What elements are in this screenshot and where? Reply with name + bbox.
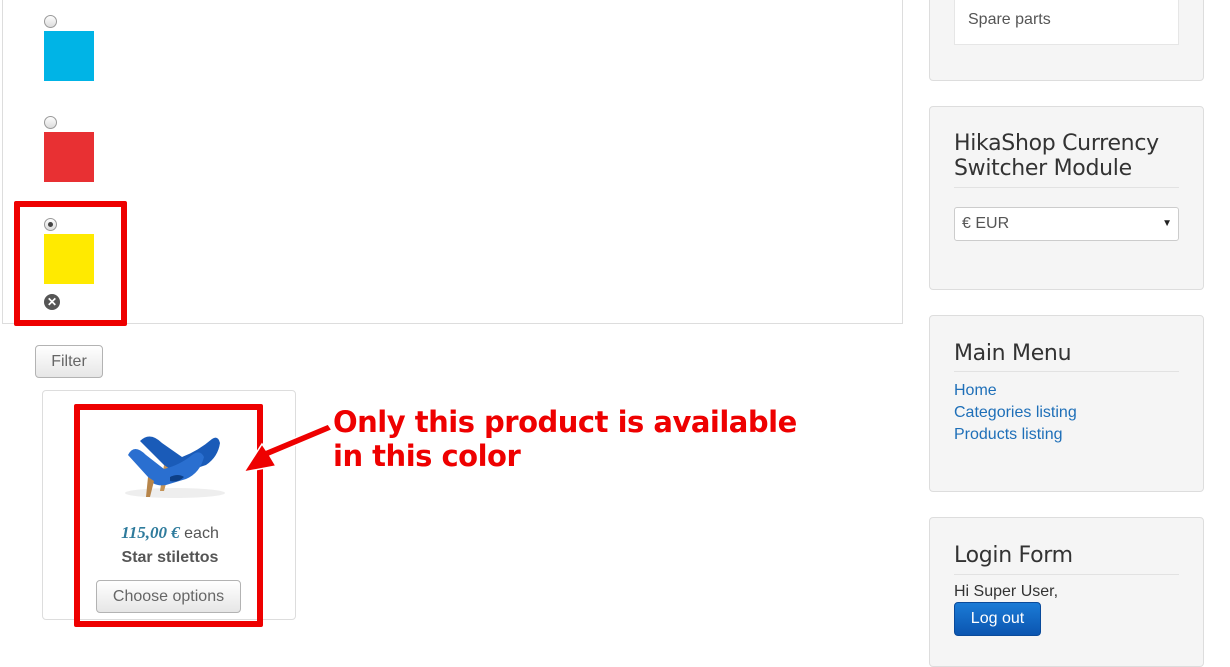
- divider: [954, 574, 1179, 575]
- main-menu-title: Main Menu: [954, 341, 1072, 366]
- menu-item-home[interactable]: Home: [954, 382, 997, 400]
- annotation-highlight-color: [14, 201, 127, 326]
- currency-select[interactable]: € EUR ▼: [954, 207, 1179, 241]
- login-form-title: Login Form: [954, 543, 1073, 568]
- logout-button[interactable]: Log out: [954, 602, 1041, 636]
- filter-button[interactable]: Filter: [35, 345, 103, 378]
- caret-down-icon: ▼: [1162, 218, 1172, 229]
- color-swatch-cyan[interactable]: [44, 31, 94, 81]
- currency-title-line-1: HikaShop Currency: [954, 131, 1159, 156]
- currency-title-line-2: Switcher Module: [954, 156, 1132, 181]
- currency-switcher-module: HikaShop Currency Switcher Module € EUR …: [929, 106, 1204, 290]
- color-filter-panel: ✕: [2, 0, 903, 324]
- annotation-arrow-icon: [242, 423, 334, 474]
- menu-item-products-listing[interactable]: Products listing: [954, 426, 1063, 444]
- annotation-line-1: Only this product is available: [333, 405, 797, 439]
- divider: [954, 371, 1179, 372]
- annotation-text: Only this product is available in this c…: [333, 405, 797, 473]
- menu-item-categories-listing[interactable]: Categories listing: [954, 404, 1077, 422]
- categories-module: Spare parts: [929, 0, 1204, 81]
- annotation-line-2: in this color: [333, 439, 521, 473]
- categories-list: Spare parts: [954, 0, 1179, 45]
- annotation-highlight-product: [74, 404, 263, 627]
- login-form-module: Login Form Hi Super User, Log out: [929, 517, 1204, 667]
- divider: [954, 187, 1179, 188]
- currency-selected-value: € EUR: [962, 215, 1010, 232]
- currency-module-title: HikaShop Currency Switcher Module: [954, 131, 1159, 181]
- color-radio-cyan[interactable]: [44, 15, 57, 28]
- category-item-spare-parts[interactable]: Spare parts: [968, 11, 1051, 29]
- color-swatch-red[interactable]: [44, 132, 94, 182]
- login-greeting: Hi Super User,: [954, 583, 1059, 600]
- color-radio-red[interactable]: [44, 116, 57, 129]
- main-menu-module: Main Menu Home Categories listing Produc…: [929, 315, 1204, 492]
